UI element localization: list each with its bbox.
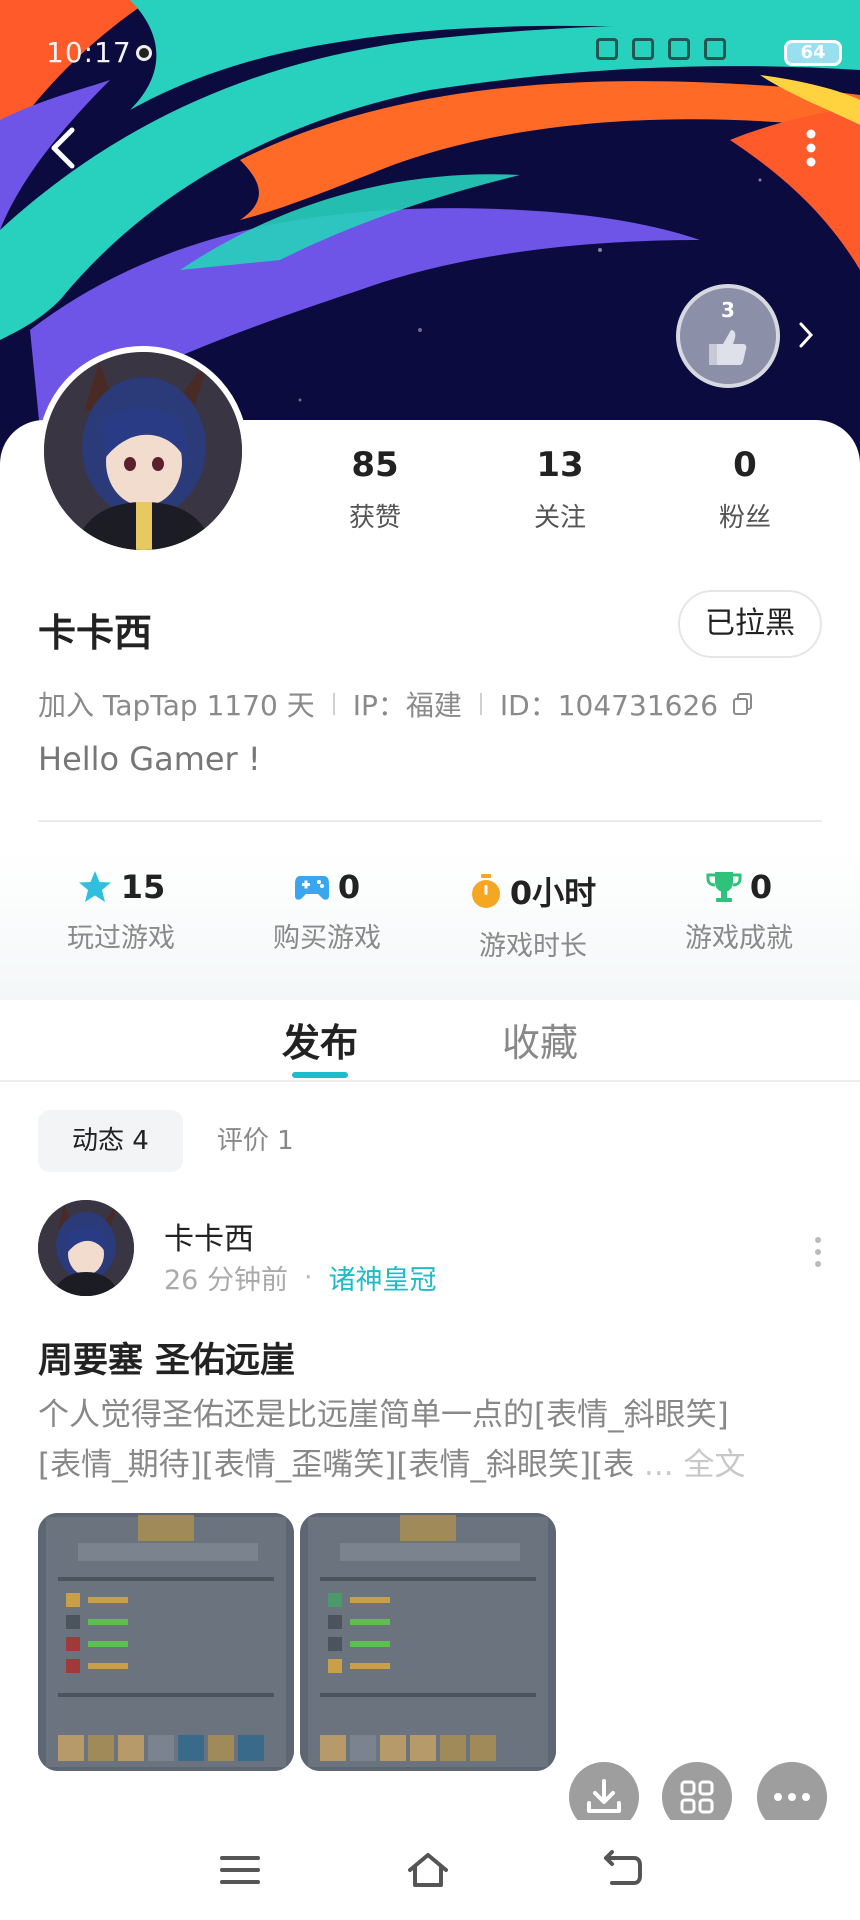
content-tabs: 发布 收藏 <box>0 1000 860 1082</box>
join-days: 加入 TapTap 1170 天 <box>38 689 315 722</box>
signal-icon <box>632 38 654 60</box>
post-author-name[interactable]: 卡卡西 <box>164 1214 254 1258</box>
thumbs-up-icon <box>709 330 747 365</box>
post-body[interactable]: 个人觉得圣佑还是比远崖简单一点的[表情_斜眼笑] [表情_期待][表情_歪嘴笑]… <box>38 1390 822 1490</box>
status-bar: 10:17 64 <box>0 0 860 100</box>
notification-icon <box>136 45 152 61</box>
data-icon <box>704 38 726 60</box>
achievements-label: 游戏成就 <box>685 923 793 954</box>
battery-icon: 64 <box>784 40 842 66</box>
followers-count: 0 <box>733 445 757 485</box>
post-images <box>38 1513 556 1771</box>
active-tab-indicator <box>292 1072 348 1078</box>
post-ellipsis: ... <box>634 1447 684 1483</box>
meta-divider <box>479 693 482 715</box>
played-games-label: 玩过游戏 <box>67 923 175 954</box>
copy-icon[interactable] <box>732 692 754 716</box>
post-body-line: [表情_期待][表情_歪嘴笑][表情_斜眼笑][表 ... 全文 <box>38 1440 822 1490</box>
play-time-label: 游戏时长 <box>479 931 587 962</box>
achievements-stat[interactable]: 0 游戏成就 <box>644 850 834 1000</box>
badge-level: 3 <box>721 298 735 322</box>
more-horizontal-icon <box>774 1793 810 1801</box>
subtab-moments[interactable]: 动态 4 <box>38 1110 183 1172</box>
star-icon <box>78 871 111 902</box>
following-label: 关注 <box>533 503 586 533</box>
following-stat[interactable]: 13 关注 <box>485 445 635 534</box>
profile-name: 卡卡西 <box>38 611 153 655</box>
meta-divider <box>332 693 335 715</box>
blocked-button[interactable]: 已拉黑 <box>678 590 822 658</box>
gamepad-icon <box>294 876 329 900</box>
post-title[interactable]: 周要塞 圣佑远崖 <box>38 1332 295 1383</box>
played-games-stat[interactable]: 15 玩过游戏 <box>26 850 216 1000</box>
post-time: 26 分钟前 <box>164 1265 288 1296</box>
more-vertical-icon[interactable] <box>804 128 818 168</box>
user-id: ID：104731626 <box>499 689 719 722</box>
played-games-count: 15 <box>120 868 166 906</box>
post-more-icon[interactable] <box>814 1236 822 1268</box>
followers-label: 粉丝 <box>718 503 771 533</box>
followers-stat[interactable]: 0 粉丝 <box>670 445 820 534</box>
meta-dot: · <box>303 1262 313 1293</box>
play-time-stat[interactable]: 0小时 游戏时长 <box>438 850 628 1000</box>
wifi-icon <box>668 38 690 60</box>
bought-games-count: 0 <box>337 868 361 906</box>
tab-publish[interactable]: 发布 <box>282 1012 358 1067</box>
game-stats: 15 玩过游戏 0 购买游戏 0小时 游戏时长 0 游戏成就 <box>0 850 860 1000</box>
subtabs: 动态 4 评价 1 <box>38 1110 300 1172</box>
post-body-text: [表情_期待][表情_歪嘴笑][表情_斜眼笑][表 <box>38 1447 635 1483</box>
grid-icon <box>680 1780 714 1814</box>
social-stats: 85 获赞 13 关注 0 粉丝 <box>300 445 820 534</box>
section-divider <box>38 820 822 822</box>
post-meta: 26 分钟前 · 诸神皇冠 <box>164 1258 437 1297</box>
post-body-line: 个人觉得圣佑还是比远崖简单一点的[表情_斜眼笑] <box>38 1397 729 1433</box>
status-icons <box>596 38 800 60</box>
status-time: 10:17 <box>46 36 132 69</box>
profile-screen: 10:17 64 3 85 获赞 13 关注 0 粉丝 卡卡西 已拉黑 加入 T… <box>0 0 860 1920</box>
post-image[interactable] <box>38 1513 294 1771</box>
level-badge[interactable]: 3 <box>676 284 780 388</box>
menu-icon[interactable] <box>218 1850 262 1890</box>
subtab-reviews[interactable]: 评价 1 <box>211 1110 300 1172</box>
likes-label: 获赞 <box>348 503 401 533</box>
trophy-icon <box>706 872 742 902</box>
system-nav-bar <box>0 1820 860 1920</box>
following-count: 13 <box>536 445 584 485</box>
back-nav-icon[interactable] <box>600 1850 644 1890</box>
chevron-right-icon[interactable] <box>797 320 815 350</box>
profile-meta: 加入 TapTap 1170 天 IP：福建 ID：104731626 <box>38 684 754 724</box>
likes-stat[interactable]: 85 获赞 <box>300 445 450 534</box>
tab-favorites[interactable]: 收藏 <box>502 1012 578 1067</box>
achievements-count: 0 <box>749 868 773 906</box>
stopwatch-icon <box>471 874 500 908</box>
bought-games-stat[interactable]: 0 购买游戏 <box>232 850 422 1000</box>
profile-avatar[interactable] <box>38 346 248 556</box>
ip-location: IP：福建 <box>352 689 462 722</box>
home-icon[interactable] <box>406 1850 450 1890</box>
download-icon <box>587 1779 621 1813</box>
back-arrow-icon[interactable] <box>44 124 84 172</box>
post-image[interactable] <box>300 1513 556 1771</box>
alarm-icon <box>596 38 618 60</box>
read-full-link[interactable]: 全文 <box>683 1447 745 1483</box>
profile-bio: Hello Gamer ! <box>38 740 261 778</box>
likes-count: 85 <box>351 445 399 485</box>
bought-games-label: 购买游戏 <box>273 923 381 954</box>
post-game-link[interactable]: 诸神皇冠 <box>329 1258 437 1297</box>
post-author-avatar[interactable] <box>38 1200 134 1296</box>
play-time-value: 0小时 <box>509 874 597 912</box>
